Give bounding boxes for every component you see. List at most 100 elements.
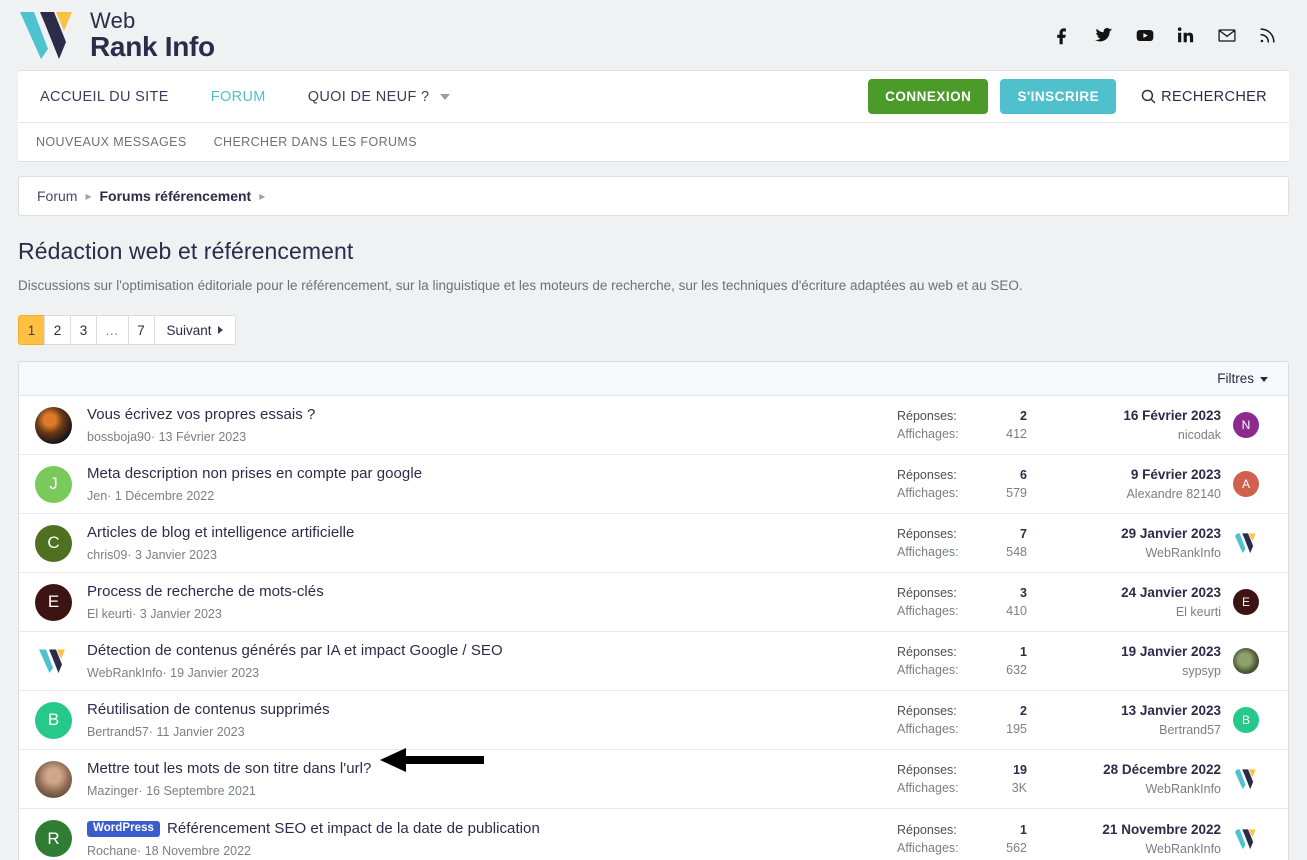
login-button[interactable]: CONNEXION	[868, 79, 989, 114]
replies-count: 19	[1013, 763, 1027, 778]
last-post-avatar[interactable]	[1233, 648, 1259, 675]
nav-item-forum[interactable]: FORUM	[211, 89, 266, 105]
avatar[interactable]: B	[35, 701, 72, 739]
table-row[interactable]: Mettre tout les mots de son titre dans l…	[19, 750, 1288, 810]
last-post-date[interactable]: 24 Janvier 2023	[1069, 585, 1221, 600]
thread-title-link[interactable]: Détection de contenus générés par IA et …	[87, 642, 897, 661]
thread-title-link[interactable]: Réutilisation de contenus supprimés	[87, 701, 897, 720]
thread-title-link[interactable]: WordPress Référencement SEO et impact de …	[87, 820, 897, 839]
last-post-user[interactable]: WebRankInfo	[1069, 782, 1221, 796]
thread-date: 3 Janvier 2023	[134, 548, 217, 563]
table-row[interactable]: E Process de recherche de mots-clés El keu…	[19, 573, 1288, 633]
avatar[interactable]: C	[35, 524, 72, 562]
pagination-page-1[interactable]: 1	[18, 315, 45, 346]
last-post-avatar[interactable]: E	[1233, 589, 1259, 616]
pagination-page-2[interactable]: 2	[44, 315, 71, 346]
last-post-info: 13 Janvier 2023 Bertrand57	[1069, 703, 1221, 737]
last-post-user[interactable]: sypsyp	[1069, 664, 1221, 678]
avatar[interactable]	[35, 643, 72, 680]
facebook-icon[interactable]	[1054, 26, 1073, 45]
thread-title-text: Mettre tout les mots de son titre dans l…	[87, 760, 372, 778]
search-button[interactable]: RECHERCHER	[1140, 88, 1267, 105]
thread-title-link[interactable]: Vous écrivez vos propres essais ?	[87, 406, 897, 425]
views-label: Affichages:	[897, 427, 959, 442]
last-post-avatar[interactable]	[1233, 826, 1259, 852]
last-post-user[interactable]: Bertrand57	[1069, 723, 1221, 737]
replies-count: 2	[1020, 409, 1027, 424]
thread-title-link[interactable]: Meta description non prises en compte pa…	[87, 465, 897, 484]
last-post-info: 16 Février 2023 nicodak	[1069, 408, 1221, 442]
breadcrumb-item-forums-referencement[interactable]: Forums référencement	[99, 188, 251, 204]
last-post-user[interactable]: El keurti	[1069, 605, 1221, 619]
thread-author[interactable]: Mazinger	[87, 784, 138, 798]
table-row[interactable]: Détection de contenus générés par IA et …	[19, 632, 1288, 692]
nav-item-accueil[interactable]: ACCUEIL DU SITE	[40, 89, 169, 105]
avatar[interactable]: J	[35, 465, 72, 503]
last-post-avatar[interactable]	[1233, 766, 1259, 792]
subnav-item-chercher-forums[interactable]: CHERCHER DANS LES FORUMS	[214, 135, 417, 149]
last-post-date[interactable]: 29 Janvier 2023	[1069, 526, 1221, 541]
last-post-avatar[interactable]: N	[1233, 412, 1259, 439]
table-row[interactable]: Vous écrivez vos propres essais ? bossboj…	[19, 396, 1288, 456]
thread-author[interactable]: WebRankInfo	[87, 666, 163, 680]
table-row[interactable]: B Réutilisation de contenus supprimés Bert…	[19, 691, 1288, 751]
last-post-date[interactable]: 13 Janvier 2023	[1069, 703, 1221, 718]
thread-meta: Mazinger· 16 Septembre 2021	[87, 784, 897, 798]
last-post-user[interactable]: nicodak	[1069, 428, 1221, 442]
linkedin-icon[interactable]	[1176, 26, 1196, 45]
subnav-item-nouveaux-messages[interactable]: NOUVEAUX MESSAGES	[36, 135, 187, 149]
nav-item-quoi-de-neuf[interactable]: QUOI DE NEUF ?	[308, 89, 451, 105]
last-post-avatar[interactable]: A	[1233, 471, 1259, 498]
avatar[interactable]	[35, 760, 72, 798]
pagination-next-button[interactable]: Suivant	[153, 315, 236, 346]
last-post-date[interactable]: 9 Février 2023	[1069, 467, 1221, 482]
table-row[interactable]: J Meta description non prises en compte p…	[19, 455, 1288, 515]
avatar[interactable]: R	[35, 820, 72, 858]
youtube-icon[interactable]	[1134, 26, 1156, 45]
last-post-date[interactable]: 28 Décembre 2022	[1069, 762, 1221, 777]
filters-label: Filtres	[1217, 371, 1254, 387]
table-row[interactable]: C Articles de blog et intelligence artifi…	[19, 514, 1288, 574]
pagination-page-3[interactable]: 3	[70, 315, 97, 346]
webrankinfo-logo-icon	[20, 12, 72, 59]
last-post-info: 19 Janvier 2023 sypsyp	[1069, 644, 1221, 678]
site-logo[interactable]: Web Rank Info	[18, 9, 215, 61]
last-post-info: 28 Décembre 2022 WebRankInfo	[1069, 762, 1221, 796]
avatar[interactable]: E	[35, 583, 72, 621]
thread-tag[interactable]: WordPress	[87, 820, 160, 838]
last-post-avatar[interactable]	[1233, 530, 1259, 556]
last-post-avatar[interactable]: B	[1233, 707, 1259, 734]
thread-author[interactable]: Jen	[87, 489, 107, 503]
thread-author[interactable]: bossboja90	[87, 430, 151, 444]
filters-button[interactable]: Filtres	[1217, 371, 1268, 386]
thread-title-link[interactable]: Process de recherche de mots-clés	[87, 583, 897, 602]
views-label: Affichages:	[897, 604, 959, 619]
thread-author[interactable]: El keurti	[87, 607, 132, 621]
thread-author[interactable]: Bertrand57	[87, 725, 149, 739]
breadcrumb-item-forum[interactable]: Forum	[37, 188, 77, 204]
last-post-user[interactable]: Alexandre 82140	[1069, 487, 1221, 501]
last-post-date[interactable]: 16 Février 2023	[1069, 408, 1221, 423]
last-post-user[interactable]: WebRankInfo	[1069, 842, 1221, 856]
avatar[interactable]	[35, 406, 72, 444]
email-icon[interactable]	[1216, 26, 1238, 45]
pagination-page-7[interactable]: 7	[127, 315, 155, 346]
twitter-icon[interactable]	[1093, 26, 1114, 45]
table-row[interactable]: R WordPress Référencement SEO et impact de…	[19, 809, 1288, 860]
last-post-date[interactable]: 19 Janvier 2023	[1069, 644, 1221, 659]
thread-date: 16 Septembre 2021	[146, 784, 256, 799]
thread-author[interactable]: chris09	[87, 548, 127, 562]
thread-title-link[interactable]: Mettre tout les mots de son titre dans l…	[87, 760, 897, 779]
logo-text-web: Web	[90, 7, 136, 33]
signup-button[interactable]: S'INSCRIRE	[1000, 79, 1117, 114]
views-count: 632	[1006, 663, 1027, 678]
replies-label: Réponses:	[897, 704, 957, 719]
thread-meta-sep: ·	[132, 607, 140, 622]
thread-meta: WebRankInfo· 19 Janvier 2023	[87, 666, 897, 680]
last-post-date[interactable]: 21 Novembre 2022	[1069, 822, 1221, 837]
views-label: Affichages:	[897, 663, 959, 678]
thread-title-link[interactable]: Articles de blog et intelligence artific…	[87, 524, 897, 543]
thread-author[interactable]: Rochane	[87, 844, 137, 858]
last-post-user[interactable]: WebRankInfo	[1069, 546, 1221, 560]
rss-icon[interactable]	[1258, 26, 1277, 45]
